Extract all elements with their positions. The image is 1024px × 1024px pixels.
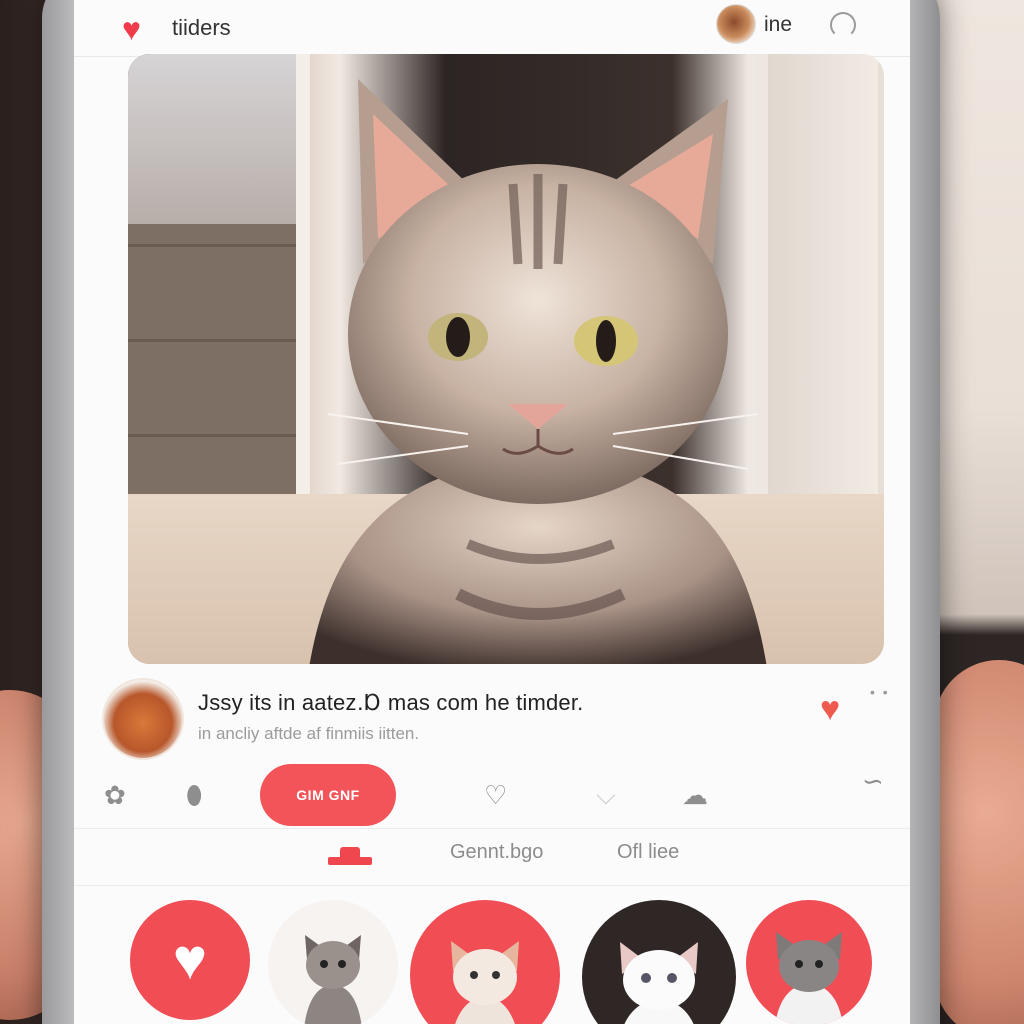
story-cat-1[interactable] [268,900,398,1024]
action-bar: ✿ ⬮ GIM GNF ♡ ⌵ ☁ ∽ [74,764,910,828]
profile-name[interactable]: ine [764,13,792,37]
cat-photo [268,74,808,664]
story-cat-2[interactable] [410,900,560,1024]
caption-subtitle: in ancliy aftde af finmiis iitten. [198,724,420,743]
paw-icon[interactable]: ✿ [104,780,126,811]
refresh-icon[interactable] [830,12,856,38]
top-bar: ♥ tiiders ine [74,0,910,57]
chevron-down-icon[interactable]: ⌵ [596,780,616,812]
story-cat-3[interactable] [582,900,736,1024]
heart-icon: ♥ [172,927,208,992]
tab-2[interactable]: Ofl liee [617,841,679,864]
tail-icon[interactable]: ∽ [862,766,884,797]
post-photo[interactable] [128,54,884,664]
caption-title: Jssy its in aatez․Ɒ mas com he timder. [198,690,584,715]
right-hand [934,660,1024,1024]
kitten-white [620,942,698,1024]
kitten-cream [451,941,519,1024]
background-scene: ♥ tiiders ine Jssy its in aatez․Ɒ mas co… [0,0,1024,1024]
pin-icon[interactable]: ⬮ [186,780,202,812]
app-name: tiiders [172,15,231,40]
tab-bar: Gennt.bgo Ofl liee [74,828,910,886]
cat-face-icon[interactable]: ☁ [682,780,708,811]
like-heart-icon[interactable]: ♥ [820,690,840,729]
heart-outline-icon[interactable]: ♡ [484,780,507,811]
story-like[interactable]: ♥ [130,900,250,1020]
stories-row: ♥ [74,884,910,1024]
phone-screen: ♥ tiiders ine Jssy its in aatez․Ɒ mas co… [74,0,910,1024]
post-caption: Jssy its in aatez․Ɒ mas com he timder. i… [74,664,910,764]
tab-1[interactable]: Gennt.bgo [450,841,543,864]
heart-icon[interactable]: ♥ [122,12,156,46]
profile-avatar[interactable] [716,4,756,44]
story-cat-4[interactable] [746,900,872,1024]
active-tab-indicator[interactable] [328,847,372,865]
poster-avatar[interactable] [102,678,184,760]
primary-action-button[interactable]: GIM GNF [260,764,396,826]
more-options-icon[interactable]: • • [870,684,890,700]
kitten-gray-white [775,932,843,1024]
kitten-gray [304,935,362,1024]
